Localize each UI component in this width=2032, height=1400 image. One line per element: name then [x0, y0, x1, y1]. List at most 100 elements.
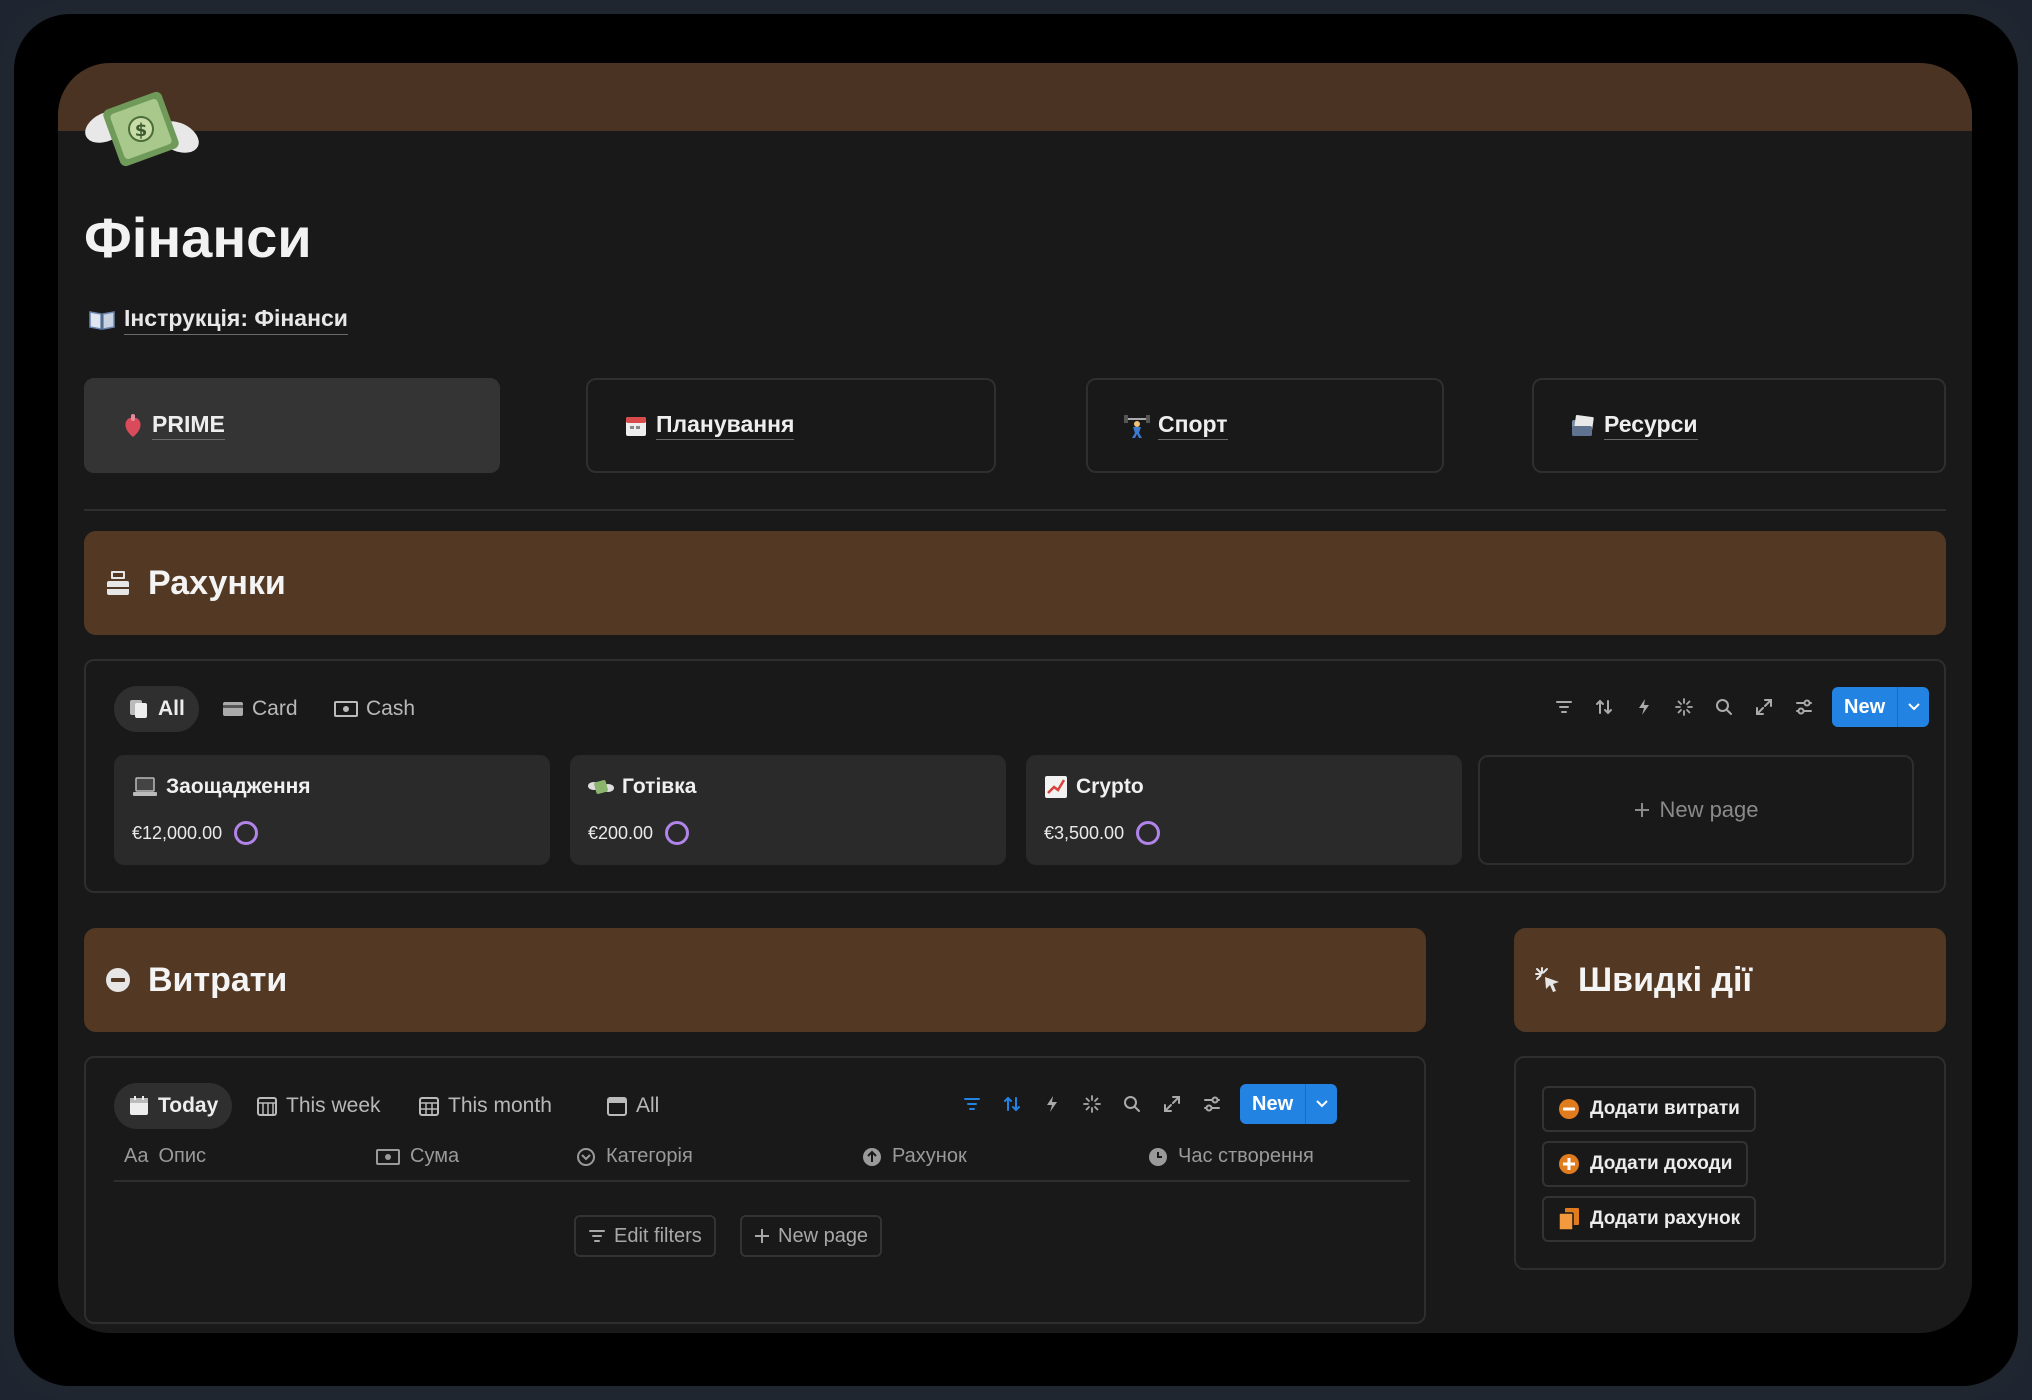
expand-icon[interactable] — [1152, 1084, 1192, 1124]
clock-icon — [1149, 1147, 1167, 1166]
column-header-category[interactable]: Категорія — [576, 1145, 693, 1168]
tab-label: Cash — [366, 697, 416, 720]
money-with-wings-icon[interactable]: $ — [82, 75, 200, 185]
calendar-day-icon — [130, 1096, 148, 1115]
accounts-new-page[interactable]: New page — [1478, 755, 1914, 865]
banknote-icon — [334, 701, 358, 717]
chevron-down-icon[interactable] — [1897, 687, 1930, 727]
laptop-icon — [133, 777, 157, 796]
filter-icon[interactable] — [1544, 687, 1584, 727]
card-amount: €200.00 — [588, 821, 690, 845]
card-title-label: Crypto — [1076, 775, 1144, 798]
divider — [84, 509, 1946, 511]
column-label: Опис — [158, 1145, 207, 1167]
card-amount-value: €12,000.00 — [132, 822, 223, 843]
documents-icon — [130, 700, 147, 718]
account-card-crypto[interactable]: Crypto €3,500.00 — [1026, 755, 1462, 865]
new-page-label: New page — [778, 1224, 869, 1247]
nav-button-label: Ресурси — [1604, 411, 1698, 440]
chevron-down-icon[interactable] — [1305, 1084, 1338, 1124]
nav-button-sport[interactable]: Спорт — [1086, 378, 1444, 473]
banknote-icon — [376, 1148, 400, 1165]
new-button-label[interactable]: New — [1832, 687, 1898, 727]
expenses-new-page-button[interactable]: New page — [740, 1215, 883, 1257]
lightning-icon[interactable] — [1624, 687, 1664, 727]
calendar-icon — [607, 1097, 627, 1116]
plus-icon — [755, 1229, 769, 1243]
account-card-savings[interactable]: Заощадження €12,000.00 — [114, 755, 550, 865]
card-amount-value: €200.00 — [588, 822, 654, 843]
card-title: Заощадження — [132, 775, 311, 799]
expand-icon[interactable] — [1744, 687, 1784, 727]
new-button-label[interactable]: New — [1240, 1084, 1306, 1124]
accounts-banner: Рахунки — [84, 531, 1946, 635]
minus-circle-icon — [106, 968, 130, 992]
filter-icon[interactable] — [952, 1084, 992, 1124]
calendar-week-icon — [257, 1097, 277, 1116]
nav-button-label: PRIME — [152, 411, 225, 440]
column-header-description[interactable]: Aa Опис — [124, 1145, 206, 1168]
credit-card-icon — [223, 702, 243, 716]
add-income-button[interactable]: Додати доходи — [1542, 1141, 1749, 1187]
account-card-cash[interactable]: Готівка €200.00 — [570, 755, 1006, 865]
sort-icon[interactable] — [992, 1084, 1032, 1124]
add-account-button[interactable]: Додати рахунок — [1542, 1196, 1757, 1242]
tab-today[interactable]: Today — [114, 1083, 233, 1129]
expenses-toolbar: New — [952, 1084, 1338, 1124]
nav-button-resources[interactable]: Ресурси — [1532, 378, 1946, 473]
relation-icon — [863, 1147, 881, 1166]
progress-ring-icon — [665, 821, 690, 845]
expenses-banner: Витрати — [84, 928, 1426, 1032]
search-icon[interactable] — [1112, 1084, 1152, 1124]
edit-filters-button[interactable]: Edit filters — [574, 1215, 716, 1257]
nav-button-label: Планування — [656, 411, 795, 440]
nav-button-planning[interactable]: Планування — [586, 378, 996, 473]
card-title-label: Готівка — [622, 775, 697, 798]
add-expense-label: Додати витрати — [1590, 1098, 1740, 1119]
card-amount: €3,500.00 — [1044, 821, 1161, 845]
tab-label: This month — [448, 1094, 552, 1117]
chart-up-icon — [1045, 776, 1067, 798]
sort-icon[interactable] — [1584, 687, 1624, 727]
tab-label: Today — [158, 1094, 219, 1117]
lightning-icon[interactable] — [1032, 1084, 1072, 1124]
column-header-account[interactable]: Рахунок — [862, 1145, 967, 1168]
anatomical-heart-icon — [125, 413, 141, 437]
tab-all[interactable]: All — [114, 686, 199, 732]
tab-all-expenses[interactable]: All — [592, 1083, 673, 1129]
column-label: Час створення — [1178, 1145, 1314, 1167]
sparkle-icon[interactable] — [1072, 1084, 1112, 1124]
filter-icon — [589, 1230, 605, 1242]
accounts-new-button[interactable]: New — [1832, 687, 1930, 727]
column-header-created-time[interactable]: Час створення — [1148, 1145, 1314, 1168]
minus-circle-icon — [1559, 1099, 1579, 1119]
instruction-link[interactable]: Інструкція: Фінанси — [88, 305, 348, 335]
settings-sliders-icon[interactable] — [1192, 1084, 1232, 1124]
tab-this-week[interactable]: This week — [242, 1083, 395, 1129]
column-header-amount[interactable]: Сума — [376, 1145, 459, 1168]
notion-page: $ Фінанси Інструкція: Фінанси PRIME План… — [58, 63, 1972, 1333]
sparkle-cursor-icon — [1535, 967, 1559, 992]
weightlifter-icon — [1124, 414, 1150, 438]
add-expense-button[interactable]: Додати витрати — [1542, 1086, 1756, 1132]
card-title: Crypto — [1044, 775, 1144, 799]
page-cover — [58, 63, 1972, 131]
search-icon[interactable] — [1704, 687, 1744, 727]
add-income-label: Додати доходи — [1590, 1153, 1733, 1174]
tab-this-month[interactable]: This month — [404, 1083, 566, 1129]
tab-cash[interactable]: Cash — [320, 686, 429, 732]
tab-card[interactable]: Card — [208, 686, 312, 732]
page-title: Фінанси — [84, 206, 312, 269]
column-label: Сума — [410, 1145, 460, 1167]
card-index-icon — [1572, 414, 1594, 436]
card-amount: €12,000.00 — [132, 821, 259, 845]
nav-button-label: Спорт — [1158, 411, 1228, 440]
sparkle-icon[interactable] — [1664, 687, 1704, 727]
settings-sliders-icon[interactable] — [1784, 687, 1824, 727]
column-label: Категорія — [606, 1145, 693, 1167]
new-page-label: New page — [1659, 797, 1759, 822]
tab-label: All — [636, 1094, 660, 1117]
nav-button-prime[interactable]: PRIME — [84, 378, 500, 473]
table-header-divider — [114, 1180, 1410, 1182]
expenses-new-button[interactable]: New — [1240, 1084, 1338, 1124]
